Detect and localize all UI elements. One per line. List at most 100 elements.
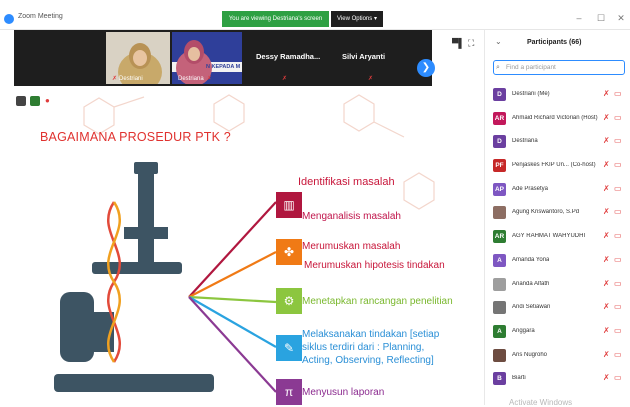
- participant-row[interactable]: AP Ade Prasetya ✗ ▭: [485, 178, 630, 202]
- participant-row[interactable]: A Amanda Yona ✗ ▭: [485, 249, 630, 273]
- muted-mic-icon: ✗: [603, 183, 610, 193]
- video-tile[interactable]: N KEPADA M Destriana ✗: [172, 32, 242, 84]
- avatar: AR: [493, 111, 506, 125]
- muted-mic-icon: ✗: [603, 302, 610, 312]
- participant-name: Ananda Alfath: [512, 280, 550, 287]
- avatar: [493, 206, 506, 220]
- muted-mic-icon: ✗: [603, 207, 610, 217]
- avatar: AR: [493, 230, 506, 244]
- video-tile[interactable]: Silvi Aryanti ✗: [332, 32, 412, 84]
- panel-title: Participants (66): [527, 39, 582, 46]
- participant-name: Destriana: [512, 138, 538, 145]
- participant-name: Aris Nugroho: [512, 351, 548, 358]
- palette-icon: ✎: [276, 335, 302, 361]
- participant-row[interactable]: AR Ahmaid Richard Victorian (Host) ✗ ▭: [485, 107, 630, 131]
- participant-row[interactable]: AR AGY RAHMAT WAHYUDHI ✗ ▭: [485, 225, 630, 249]
- video-off-icon: ▭: [614, 325, 622, 335]
- pi-icon: π: [276, 379, 302, 405]
- participant-name: Ade Prasetya: [512, 185, 549, 192]
- video-off-icon: ▭: [614, 349, 622, 359]
- video-off-icon: ▭: [614, 112, 622, 122]
- step-text: Melaksanakan tindakan [setiap siklus ter…: [302, 329, 440, 366]
- layout-icon[interactable]: ▀▌: [452, 38, 465, 48]
- bar-chart-icon: ▥: [276, 192, 302, 218]
- participant-name: Amanda Yona: [512, 256, 550, 263]
- maximize-button[interactable]: ☐: [594, 11, 608, 25]
- muted-mic-icon: ✗: [603, 136, 610, 146]
- video-off-icon: ▭: [614, 207, 622, 217]
- video-strip: ✗ Destriani N KEPADA M Destriana ✗ Dessy R…: [14, 30, 435, 86]
- participant-row[interactable]: D Destriana ✗ ▭: [485, 130, 630, 154]
- puzzle-icon: ✤: [276, 239, 302, 265]
- muted-mic-icon: ✗: [112, 76, 118, 82]
- participant-name: Anggara: [512, 327, 535, 334]
- participant-row[interactable]: Ananda Alfath ✗ ▭: [485, 273, 630, 297]
- avatar: PF: [493, 159, 506, 173]
- muted-mic-icon: ✗: [603, 231, 610, 241]
- fullscreen-icon[interactable]: ⛶: [468, 38, 474, 49]
- muted-mic-icon: ✗: [603, 373, 610, 383]
- close-button[interactable]: ✕: [614, 11, 628, 25]
- muted-mic-icon: ✗: [603, 112, 610, 122]
- avatar: [493, 301, 506, 315]
- screen-share-banner: You are viewing Destriana's screen: [222, 11, 329, 27]
- chevron-down-icon[interactable]: ⌄: [495, 37, 502, 46]
- video-tile[interactable]: Dessy Ramadha... ✗: [246, 32, 328, 84]
- zoom-logo-icon: [4, 14, 14, 24]
- zoom-window: Zoom Meeting You are viewing Destriana's…: [0, 8, 630, 407]
- participants-panel: ⌄ Participants (66) ⌕ Find a participant…: [484, 30, 630, 407]
- video-off-icon: ▭: [614, 231, 622, 241]
- search-placeholder: Find a participant: [506, 64, 556, 71]
- avatar: D: [493, 135, 506, 149]
- minimize-button[interactable]: –: [572, 11, 586, 25]
- participant-row[interactable]: Andi Setiawan ✗ ▭: [485, 296, 630, 320]
- muted-mic-icon: ✗: [603, 254, 610, 264]
- video-off-icon: ▭: [614, 160, 622, 170]
- avatar: B: [493, 372, 506, 386]
- window-title: Zoom Meeting: [18, 13, 63, 20]
- participant-name: Penjaskes FKIP Un... (Co-host): [512, 162, 596, 169]
- step-text: Menganalisis masalah: [302, 211, 401, 222]
- participant-row[interactable]: D Destriani (Me) ✗ ▭: [485, 83, 630, 107]
- muted-mic-icon: ✗: [282, 76, 288, 82]
- gears-icon: ⚙: [276, 288, 302, 314]
- tile-name: Dessy Ramadha...: [256, 52, 321, 61]
- step-text: Menyusun laporan: [302, 387, 385, 398]
- muted-mic-icon: ✗: [603, 349, 610, 359]
- avatar: A: [493, 253, 506, 267]
- participant-name: Ahmaid Richard Victorian (Host): [512, 114, 598, 121]
- view-options-button[interactable]: View Options ▾: [331, 11, 383, 27]
- video-off-icon: ▭: [614, 373, 622, 383]
- video-off-icon: ▭: [614, 254, 622, 264]
- participant-row[interactable]: A Anggara ✗ ▭: [485, 320, 630, 344]
- participant-name: Destriani (Me): [512, 91, 550, 97]
- avatar: A: [493, 324, 506, 338]
- activate-windows-watermark: Activate Windows: [509, 398, 573, 407]
- muted-mic-icon: ✗: [206, 76, 212, 82]
- muted-mic-icon: ✗: [368, 76, 374, 82]
- muted-mic-icon: ✗: [603, 325, 610, 335]
- participant-name: Biarti: [512, 375, 526, 382]
- next-page-button[interactable]: ❯: [417, 59, 435, 77]
- step-text: Merumuskan masalah: [302, 241, 401, 252]
- avatar: [493, 277, 506, 291]
- participant-name: AGY RAHMAT WAHYUDHI: [512, 233, 586, 240]
- video-off-icon: ▭: [614, 136, 622, 146]
- muted-mic-icon: ✗: [603, 160, 610, 170]
- slide-heading: Identifikasi masalah: [298, 176, 395, 188]
- title-bar: Zoom Meeting You are viewing Destriana's…: [0, 8, 630, 30]
- panel-header: ⌄ Participants (66): [485, 30, 630, 54]
- step-text: Merumuskan hipotesis tindakan: [304, 260, 445, 271]
- search-input[interactable]: ⌕ Find a participant: [493, 60, 625, 75]
- participant-row[interactable]: Agung Kriswantoro, S.Pd ✗ ▭: [485, 201, 630, 225]
- search-icon: ⌕: [496, 64, 500, 71]
- participant-row[interactable]: PF Penjaskes FKIP Un... (Co-host) ✗ ▭: [485, 154, 630, 178]
- video-tile[interactable]: ✗ Destriani: [106, 32, 170, 84]
- tile-name: Silvi Aryanti: [342, 52, 386, 61]
- muted-mic-icon: ✗: [603, 278, 610, 288]
- participant-row[interactable]: B Biarti ✗ ▭: [485, 367, 630, 391]
- tile-name: Destriana: [178, 76, 204, 82]
- step-text: Menetapkan rancangan penelitian: [302, 296, 453, 307]
- participant-row[interactable]: Aris Nugroho ✗ ▭: [485, 344, 630, 368]
- avatar: AP: [493, 182, 506, 196]
